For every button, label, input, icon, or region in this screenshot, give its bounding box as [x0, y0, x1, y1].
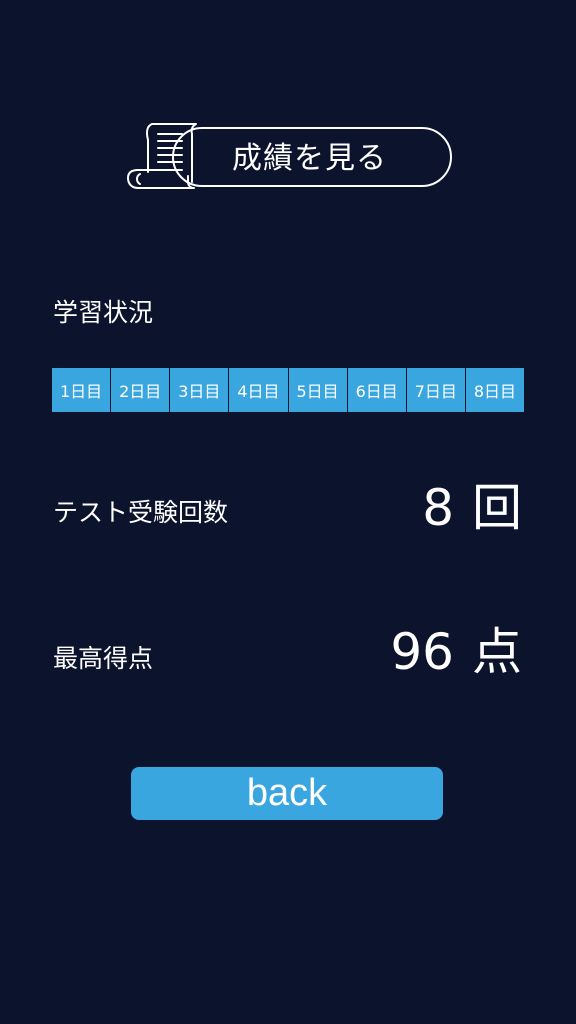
- high-score-number: 96: [390, 623, 454, 681]
- day-cell-5: 5日目: [288, 368, 347, 412]
- high-score-unit: 点: [472, 623, 522, 681]
- test-count-label: テスト受験回数: [53, 498, 229, 527]
- test-count-number: 8: [422, 479, 454, 537]
- high-score-label: 最高得点: [53, 644, 154, 673]
- header: 成績を見る: [122, 118, 456, 198]
- day-cell-1: 1日目: [52, 368, 111, 412]
- day-cell-4: 4日目: [229, 368, 288, 412]
- back-button[interactable]: back: [131, 767, 443, 820]
- day-cell-8: 8日目: [465, 368, 524, 412]
- scroll-icon: [127, 123, 197, 189]
- study-status-label: 学習状況: [53, 298, 154, 327]
- test-count-unit: 回: [472, 479, 522, 537]
- high-score-value: 96 点: [390, 624, 522, 680]
- day-cell-3: 3日目: [170, 368, 229, 412]
- test-count-value: 8回: [422, 480, 522, 536]
- day-progress-bar: 1日目 2日目 3日目 4日目 5日目 6日目 7日目 8日目: [52, 368, 524, 412]
- day-cell-2: 2日目: [111, 368, 170, 412]
- page-title: 成績を見る: [232, 141, 387, 176]
- day-cell-6: 6日目: [347, 368, 406, 412]
- day-cell-7: 7日目: [406, 368, 465, 412]
